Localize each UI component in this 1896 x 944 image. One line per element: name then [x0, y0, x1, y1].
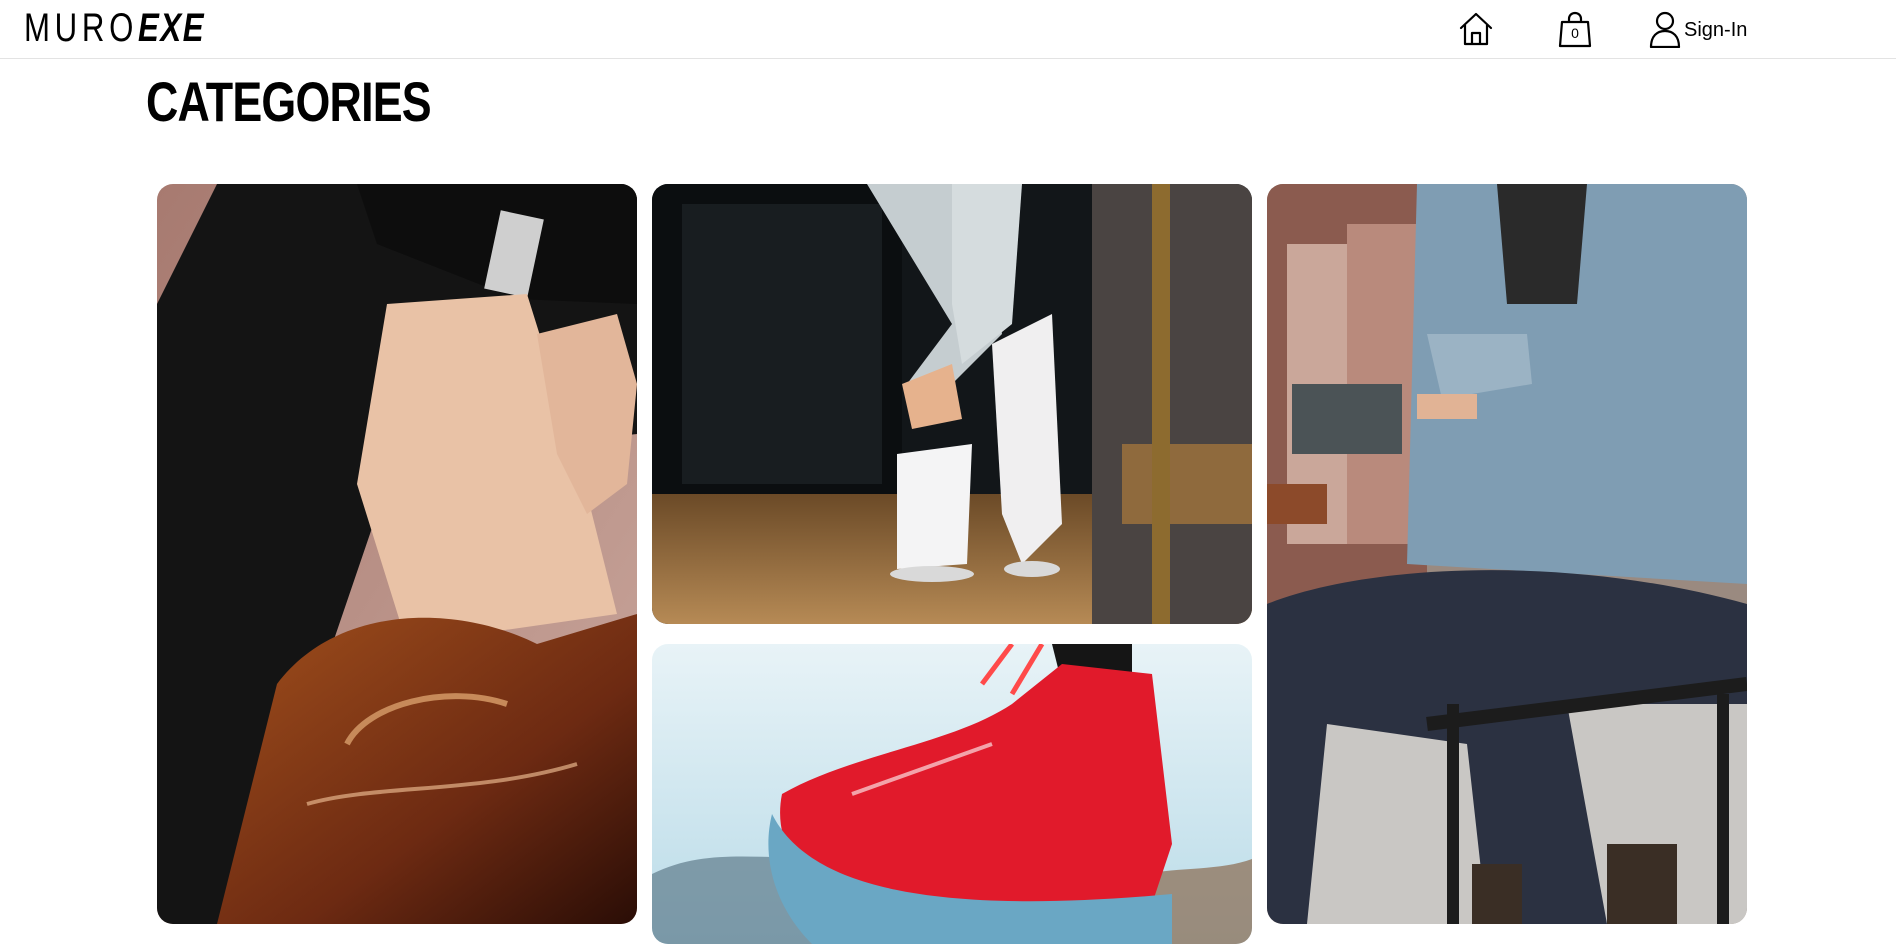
denim-outfit-image: [1267, 184, 1747, 924]
red-sneaker-image: [652, 644, 1252, 944]
category-card-dress-shoes[interactable]: [157, 184, 637, 924]
user-icon: [1649, 11, 1681, 48]
page-title: CATEGORIES: [146, 70, 432, 133]
category-card-sneakers[interactable]: [652, 184, 1252, 624]
home-button[interactable]: [1457, 10, 1495, 48]
dress-shoe-image: [157, 184, 637, 924]
cart-count-badge: 0: [1571, 25, 1579, 41]
cart-button[interactable]: 0: [1556, 10, 1594, 48]
site-header: MUROEXE 0 Sign-In: [0, 0, 1896, 59]
home-icon: [1459, 12, 1493, 46]
white-sneakers-image: [652, 184, 1252, 624]
category-card-high-tops[interactable]: [652, 644, 1252, 944]
category-card-boots[interactable]: [1267, 184, 1747, 924]
logo-part-bold: EXE: [138, 6, 206, 50]
logo-part-light: MURO: [24, 6, 139, 50]
sign-in-label: Sign-In: [1684, 19, 1748, 41]
brand-logo[interactable]: MUROEXE: [24, 6, 205, 50]
